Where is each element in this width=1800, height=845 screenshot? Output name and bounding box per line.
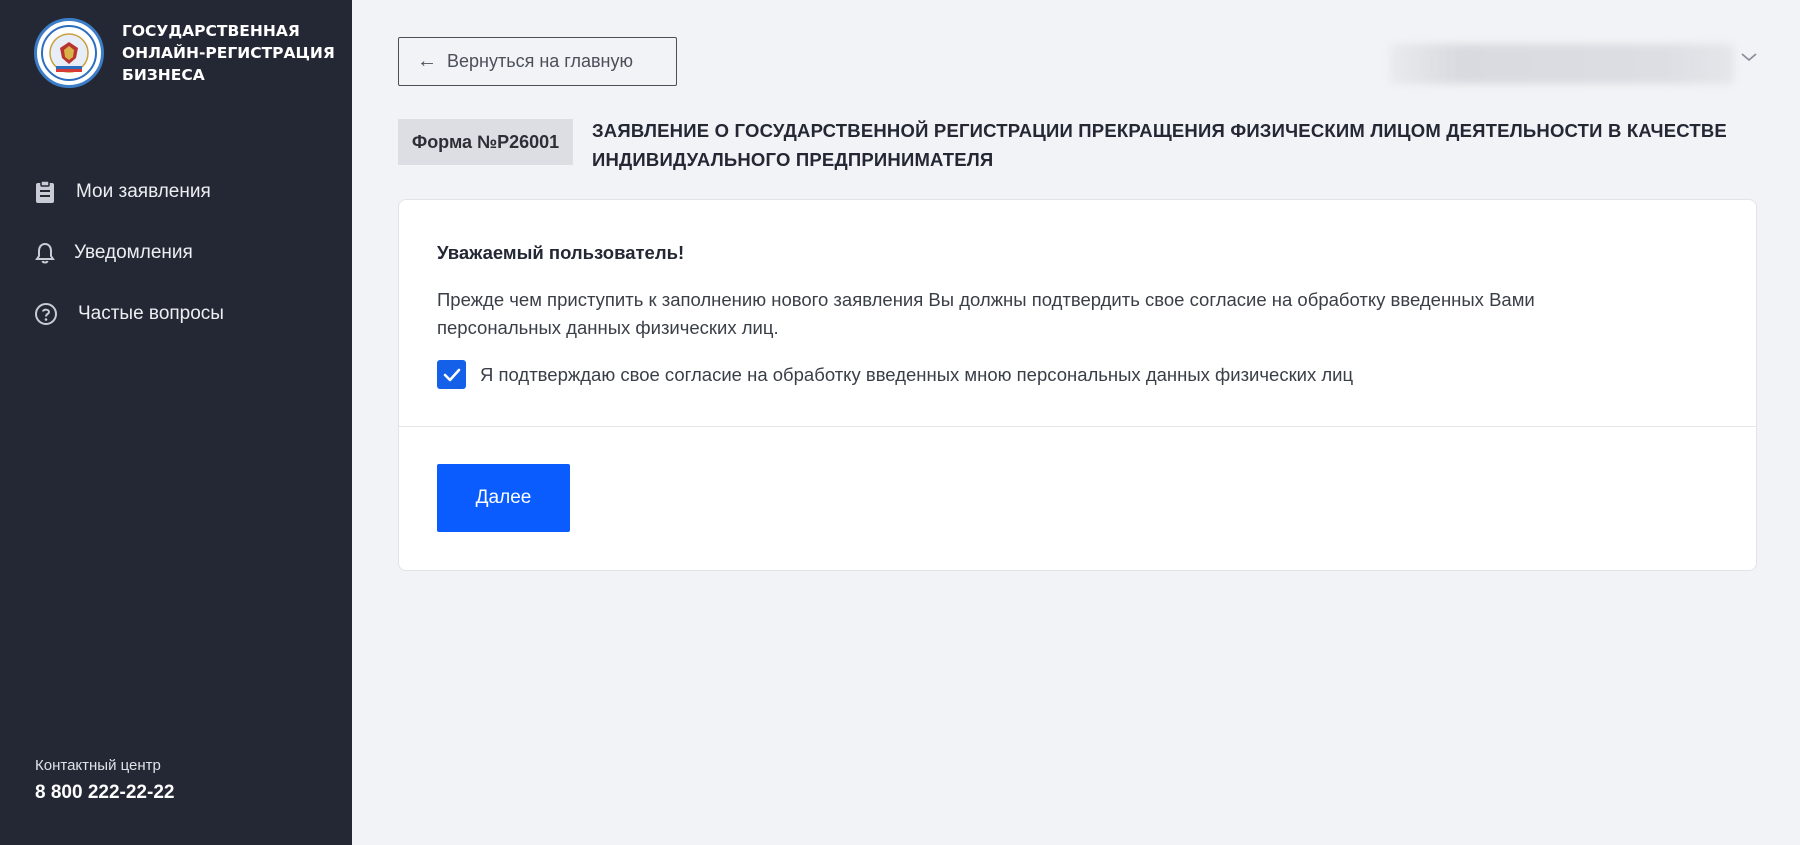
chevron-down-icon[interactable] bbox=[1740, 50, 1758, 68]
consent-label: Я подтверждаю свое согласие на обработку… bbox=[480, 363, 1354, 385]
brand-line-2: ОНЛАЙН-РЕГИСТРАЦИЯ bbox=[122, 44, 335, 62]
consent-card: Уважаемый пользователь! Прежде чем прист… bbox=[398, 199, 1757, 571]
back-button-label: Вернуться на главную bbox=[447, 51, 633, 71]
sidebar-nav: Мои заявления Уведомления Частые вопросы bbox=[34, 172, 224, 355]
sidebar-item-faq[interactable]: Частые вопросы bbox=[34, 294, 224, 334]
contact-label: Контактный центр bbox=[35, 757, 161, 774]
brand[interactable]: ГОСУДАРСТВЕННАЯ ОНЛАЙН-РЕГИСТРАЦИЯ БИЗНЕ… bbox=[34, 18, 335, 88]
sidebar-item-label: Уведомления bbox=[74, 242, 193, 263]
clipboard-icon bbox=[34, 177, 64, 207]
divider bbox=[399, 426, 1756, 427]
form-number-badge: Форма №Р26001 bbox=[398, 119, 573, 165]
sidebar-item-label: Мои заявления bbox=[76, 181, 211, 202]
greeting-heading: Уважаемый пользователь! bbox=[437, 242, 685, 263]
intro-text: Прежде чем приступить к заполнению новог… bbox=[437, 289, 1535, 338]
bell-icon bbox=[34, 238, 64, 268]
fns-emblem-logo bbox=[34, 18, 104, 88]
contact-center: Контактный центр 8 800 222-22-22 bbox=[35, 757, 174, 804]
sidebar: ГОСУДАРСТВЕННАЯ ОНЛАЙН-РЕГИСТРАЦИЯ БИЗНЕ… bbox=[0, 0, 352, 845]
sidebar-item-notifications[interactable]: Уведомления bbox=[34, 233, 224, 273]
consent-checkbox-row[interactable]: Я подтверждаю свое согласие на обработку… bbox=[437, 360, 1353, 389]
question-circle-icon bbox=[34, 299, 64, 329]
brand-title: ГОСУДАРСТВЕННАЯ ОНЛАЙН-РЕГИСТРАЦИЯ БИЗНЕ… bbox=[122, 20, 335, 86]
user-menu-blurred[interactable] bbox=[1390, 44, 1734, 84]
contact-phone[interactable]: 8 800 222-22-22 bbox=[35, 782, 174, 804]
brand-line-1: ГОСУДАРСТВЕННАЯ bbox=[122, 22, 300, 40]
form-title: ЗАЯВЛЕНИЕ О ГОСУДАРСТВЕННОЙ РЕГИСТРАЦИИ … bbox=[592, 120, 1727, 170]
arrow-left-icon: ← bbox=[417, 50, 437, 72]
brand-line-3: БИЗНЕСА bbox=[122, 66, 205, 84]
card-body: Уважаемый пользователь! Прежде чем прист… bbox=[399, 200, 1756, 427]
next-button[interactable]: Далее bbox=[437, 464, 570, 532]
consent-checkbox[interactable] bbox=[437, 360, 466, 389]
sidebar-item-my-applications[interactable]: Мои заявления bbox=[34, 172, 224, 212]
back-to-home-button[interactable]: ← Вернуться на главную bbox=[398, 37, 677, 86]
sidebar-item-label: Частые вопросы bbox=[78, 303, 224, 324]
checkmark-icon bbox=[443, 368, 460, 381]
